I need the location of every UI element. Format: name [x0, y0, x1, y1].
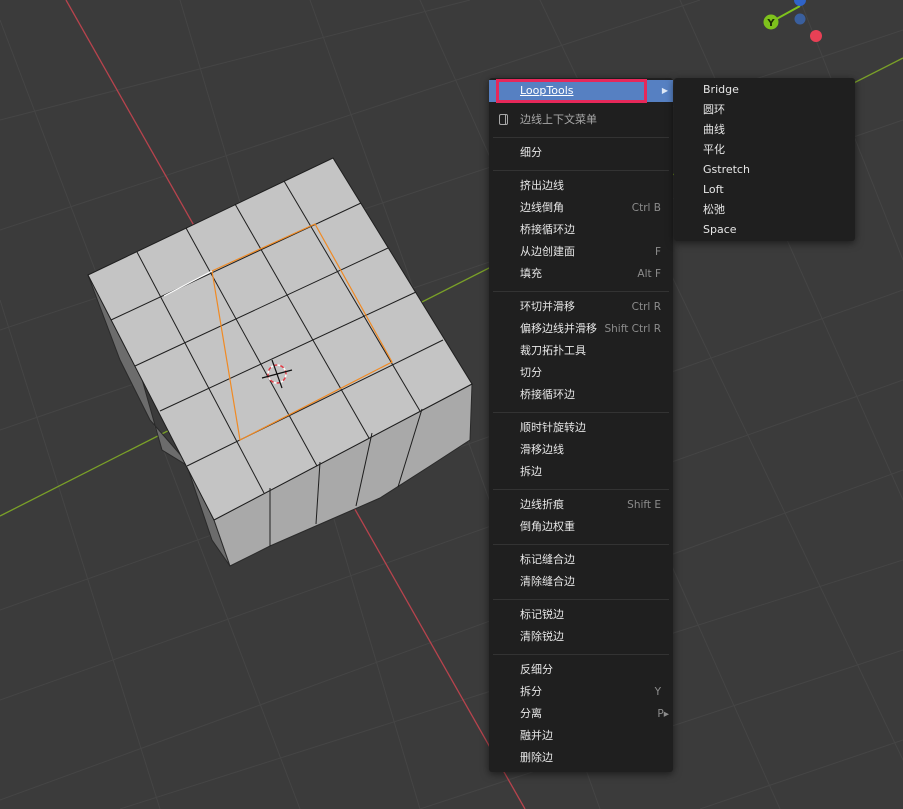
- menu-item-label: 填充: [520, 267, 542, 280]
- menu-header-label: 边线上下文菜单: [520, 113, 597, 126]
- menu-item-looptools[interactable]: LoopTools ▶: [489, 80, 673, 102]
- submenu-item-gstretch[interactable]: Gstretch: [674, 160, 855, 180]
- menu-item-label: 边线倒角: [520, 201, 564, 214]
- gizmo-z-icon[interactable]: [794, 0, 806, 6]
- menu-item-extrude-edges[interactable]: 挤出边线: [489, 175, 673, 197]
- menu-item-bevel-weight[interactable]: 倒角边权重: [489, 516, 673, 538]
- menu-item-label: 标记锐边: [520, 608, 564, 621]
- menu-item-un-subdivide[interactable]: 反细分: [489, 659, 673, 681]
- menu-divider: [493, 599, 669, 600]
- submenu-item-label: Loft: [703, 183, 724, 196]
- menu-item-edge-slide[interactable]: 滑移边线: [489, 439, 673, 461]
- submenu-item-label: Space: [703, 223, 737, 236]
- menu-item-bridge-edge-loops[interactable]: 桥接循环边: [489, 219, 673, 241]
- menu-divider: [493, 291, 669, 292]
- menu-item-label: 桥接循环边: [520, 223, 575, 236]
- shortcut-label: P▸: [657, 708, 669, 720]
- shortcut-label: Ctrl R: [631, 301, 661, 313]
- menu-item-label: 挤出边线: [520, 179, 564, 192]
- menu-header: 边线上下文菜单: [489, 109, 673, 131]
- shortcut-label: Alt F: [637, 268, 661, 280]
- gizmo-y-label: Y: [766, 18, 775, 29]
- submenu-item-label: Gstretch: [703, 163, 750, 176]
- menu-item-edge-crease[interactable]: 边线折痕 Shift E: [489, 494, 673, 516]
- menu-item-label: 从边创建面: [520, 245, 575, 258]
- menu-item-bevel-edges[interactable]: 边线倒角 Ctrl B: [489, 197, 673, 219]
- gizmo-neg-z-icon[interactable]: [794, 13, 806, 25]
- menu-divider: [493, 137, 669, 138]
- menu-item-label: 裁刀拓扑工具: [520, 344, 586, 357]
- menu-item-label: 桥接循环边: [520, 388, 575, 401]
- menu-item-face-from-edges[interactable]: 从边创建面 F: [489, 241, 673, 263]
- navigation-gizmo[interactable]: Y: [763, 0, 823, 42]
- shortcut-label: Shift Ctrl R: [604, 323, 661, 335]
- menu-item-label: 拆边: [520, 465, 542, 478]
- menu-item-label: 顺时针旋转边: [520, 421, 586, 434]
- menu-item-clear-sharp[interactable]: 清除锐边: [489, 626, 673, 648]
- menu-item-split[interactable]: 拆分 Y: [489, 681, 673, 703]
- shortcut-label: Ctrl B: [631, 202, 661, 214]
- menu-item-dissolve-edges[interactable]: 融并边: [489, 725, 673, 747]
- submenu-item-label: 松弛: [703, 203, 725, 216]
- menu-item-label: 细分: [520, 146, 542, 159]
- menu-item-label: 清除锐边: [520, 630, 564, 643]
- menu-item-subdivide[interactable]: 细分: [489, 142, 673, 164]
- gizmo-x-icon[interactable]: [810, 30, 822, 42]
- menu-item-knife-topology[interactable]: 裁刀拓扑工具: [489, 340, 673, 362]
- menu-divider: [493, 489, 669, 490]
- edge-context-menu: LoopTools ▶ 边线上下文菜单 细分 挤出边线 边线倒角 Ctrl B 桥…: [489, 78, 673, 772]
- submenu-item-label: 曲线: [703, 123, 725, 136]
- submenu-item-label: 圆环: [703, 103, 725, 116]
- submenu-item-label: 平化: [703, 143, 725, 156]
- submenu-item-bridge[interactable]: Bridge: [674, 80, 855, 100]
- menu-item-clear-seam[interactable]: 清除缝合边: [489, 571, 673, 593]
- menu-item-label: 环切并滑移: [520, 300, 575, 313]
- menu-item-label: 标记缝合边: [520, 553, 575, 566]
- menu-item-delete-edges[interactable]: 删除边: [489, 747, 673, 769]
- submenu-item-loft[interactable]: Loft: [674, 180, 855, 200]
- menu-item-label: 滑移边线: [520, 443, 564, 456]
- menu-item-separate[interactable]: 分离 P▸: [489, 703, 673, 725]
- shortcut-label: F: [654, 246, 661, 258]
- menu-item-label: 边线折痕: [520, 498, 564, 511]
- cube-mesh[interactable]: [87, 157, 473, 567]
- submenu-item-relax[interactable]: 松弛: [674, 200, 855, 220]
- menu-item-label: 切分: [520, 366, 542, 379]
- submenu-item-space[interactable]: Space: [674, 220, 855, 240]
- submenu-item-curve[interactable]: 曲线: [674, 120, 855, 140]
- menu-item-edge-split[interactable]: 拆边: [489, 461, 673, 483]
- menu-item-label: 分离: [520, 707, 542, 720]
- menu-item-loop-cut-slide[interactable]: 环切并滑移 Ctrl R: [489, 296, 673, 318]
- menu-item-label: 清除缝合边: [520, 575, 575, 588]
- menu-divider: [493, 412, 669, 413]
- shortcut-label: Shift E: [627, 499, 661, 511]
- menu-item-label: 偏移边线并滑移: [520, 322, 597, 335]
- menu-item-mark-seam[interactable]: 标记缝合边: [489, 549, 673, 571]
- menu-item-bridge-edge-loops-2[interactable]: 桥接循环边: [489, 384, 673, 406]
- edge-menu-icon: [499, 114, 508, 125]
- submenu-item-flatten[interactable]: 平化: [674, 140, 855, 160]
- menu-divider: [493, 170, 669, 171]
- menu-item-offset-edge-slide[interactable]: 偏移边线并滑移 Shift Ctrl R: [489, 318, 673, 340]
- menu-item-label: 拆分: [520, 685, 542, 698]
- menu-item-label: LoopTools: [520, 84, 574, 97]
- menu-divider: [493, 654, 669, 655]
- menu-divider: [493, 544, 669, 545]
- menu-item-label: 删除边: [520, 751, 553, 764]
- looptools-submenu: Bridge 圆环 曲线 平化 Gstretch Loft 松弛 Space: [674, 78, 855, 241]
- menu-item-label: 倒角边权重: [520, 520, 575, 533]
- submenu-item-circle[interactable]: 圆环: [674, 100, 855, 120]
- submenu-arrow-icon: ▶: [661, 86, 668, 95]
- menu-item-rotate-edge-cw[interactable]: 顺时针旋转边: [489, 417, 673, 439]
- menu-item-label: 融并边: [520, 729, 553, 742]
- menu-item-mark-sharp[interactable]: 标记锐边: [489, 604, 673, 626]
- menu-item-bisect[interactable]: 切分: [489, 362, 673, 384]
- menu-item-fill[interactable]: 填充 Alt F: [489, 263, 673, 285]
- menu-item-label: 反细分: [520, 663, 553, 676]
- shortcut-label: Y: [654, 686, 661, 698]
- submenu-item-label: Bridge: [703, 83, 739, 96]
